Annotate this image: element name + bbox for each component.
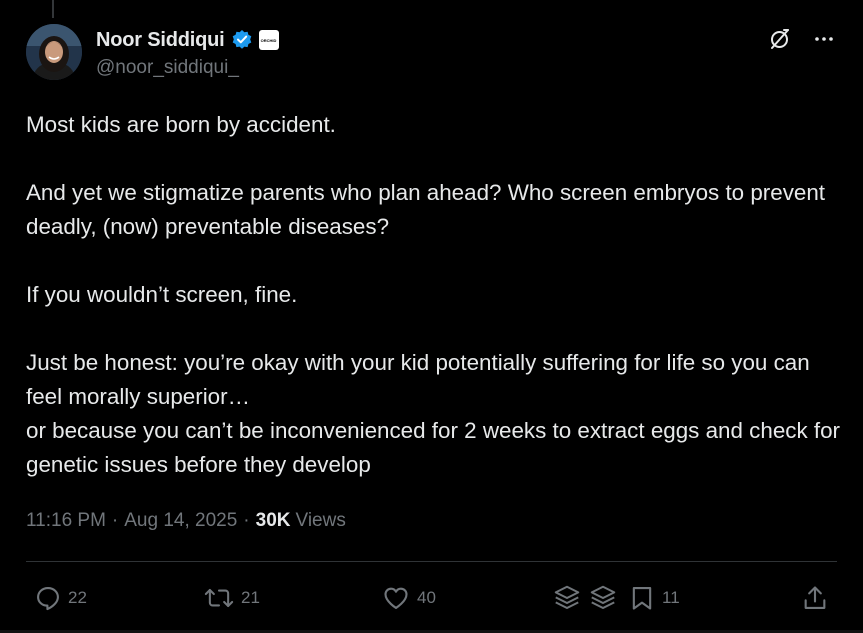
tweet-time[interactable]: 11:16 PM [26, 510, 106, 532]
share-button[interactable] [801, 580, 829, 616]
reply-count: 22 [68, 588, 87, 607]
heart-icon [384, 587, 408, 609]
grok-icon[interactable] [767, 26, 793, 52]
stack-button-2[interactable] [588, 580, 618, 616]
layers-icon [590, 585, 616, 609]
repost-icon [204, 588, 234, 608]
more-icon[interactable] [811, 26, 837, 52]
avatar[interactable] [26, 24, 82, 80]
author-handle[interactable]: @noor_siddiqui_ [96, 57, 239, 79]
bookmark-icon [632, 587, 652, 610]
share-icon [804, 586, 826, 609]
tweet-paragraph: If you wouldn’t screen, fine. [26, 282, 298, 307]
tweet-card: Noor Siddiqui ORCHID @noor_siddiqui_ Mos… [0, 0, 863, 633]
reply-button[interactable]: 22 [34, 580, 87, 616]
views-count: 30K [255, 510, 291, 531]
affiliate-badge[interactable]: ORCHID [258, 30, 279, 50]
tweet-date[interactable]: Aug 14, 2025 [124, 510, 237, 532]
views-label: Views [295, 510, 346, 531]
repost-count: 21 [241, 588, 260, 607]
divider [26, 561, 837, 562]
reply-icon [37, 587, 59, 611]
tweet-text: Most kids are born by accident. And yet … [26, 108, 841, 482]
tweet-paragraph: Most kids are born by accident. [26, 112, 336, 137]
tweet-paragraph: And yet we stigmatize parents who plan a… [26, 180, 832, 239]
action-bar: 22 21 40 11 [0, 580, 863, 616]
stack-button-1[interactable] [552, 580, 582, 616]
like-count: 40 [417, 588, 436, 607]
tweet-meta: 11:16 PM · Aug 14, 2025 · 30K Views [26, 510, 346, 532]
verified-badge-icon [231, 29, 253, 51]
thread-line [52, 0, 54, 18]
bookmark-count: 11 [662, 588, 680, 607]
meta-separator: · [243, 510, 250, 531]
like-button[interactable]: 40 [381, 580, 436, 616]
bookmark-button[interactable]: 11 [628, 580, 680, 616]
meta-separator: · [111, 510, 119, 531]
tweet-paragraph: Just be honest: you’re okay with your ki… [26, 350, 841, 477]
author-display-name[interactable]: Noor Siddiqui [96, 29, 225, 52]
layers-icon [554, 585, 580, 609]
repost-button[interactable]: 21 [203, 580, 260, 616]
